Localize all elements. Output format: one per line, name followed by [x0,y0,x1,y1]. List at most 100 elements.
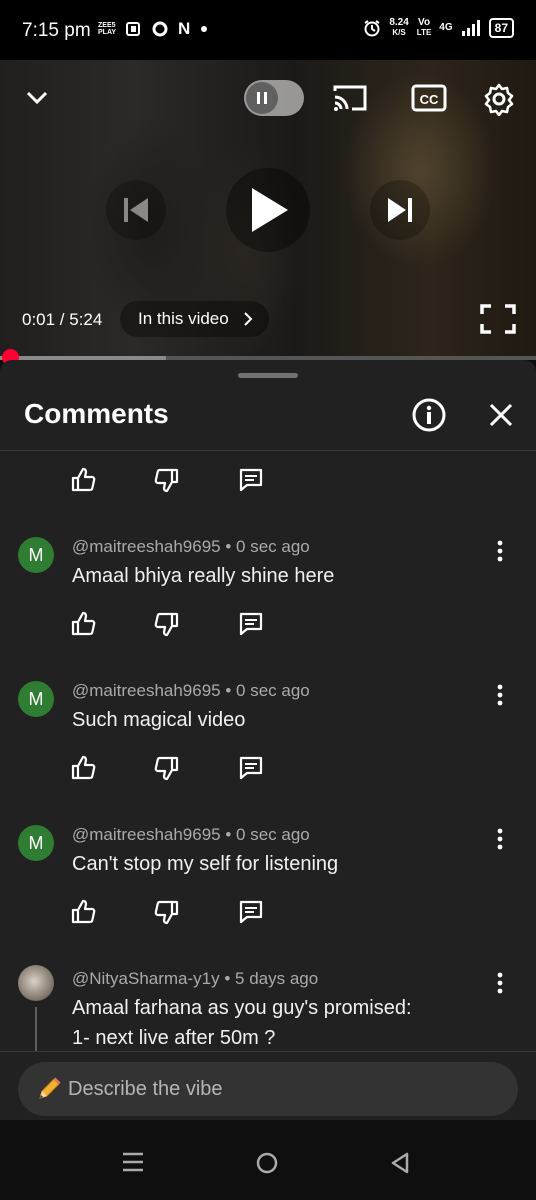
avatar[interactable] [18,965,54,1001]
thumb-down-icon [154,612,179,637]
comment-text-line-2: 1- next live after 50m ? [72,1027,276,1049]
like-button[interactable] [70,465,154,495]
fullscreen-icon [480,304,516,334]
sim-icon [126,22,141,36]
pencil-icon [39,1077,61,1099]
notification-icons: ZEE5 PLAY N [98,19,208,39]
recents-button[interactable] [120,1150,150,1180]
previous-button[interactable] [106,180,166,240]
cast-icon [333,85,367,111]
close-icon [489,403,513,427]
more-options-button[interactable] [490,683,510,707]
comment-time: 0 sec ago [236,537,310,556]
reply-button[interactable] [238,465,322,495]
fullscreen-button[interactable] [478,300,518,338]
more-options-button[interactable] [490,827,510,851]
comment-input-placeholder: Describe the vibe [68,1078,223,1100]
chevron-down-icon [26,91,48,105]
like-button[interactable] [70,609,154,639]
comment-actions [70,753,322,783]
comment-input[interactable]: Describe the vibe [18,1062,518,1116]
divider [0,1051,536,1052]
avatar[interactable]: M [18,681,54,717]
comment-text: Amaal bhiya really shine here [72,565,335,587]
play-button[interactable] [226,168,310,252]
settings-button[interactable] [480,80,518,118]
system-indicators: 8.24 K/S Vo LTE 4G 87 [363,18,514,38]
comment-actions [70,897,322,927]
avatar[interactable]: M [18,825,54,861]
comment-text: Such magical video [72,709,246,731]
battery-indicator: 87 [488,18,514,38]
minimize-button[interactable] [20,80,54,114]
avatar[interactable]: M [18,537,54,573]
more-options-button[interactable] [490,971,510,995]
captions-button[interactable]: CC [410,80,448,116]
comment-meta: @NityaSharma-y1y • 5 days ago [72,969,319,988]
back-triangle-icon [391,1152,409,1174]
like-button[interactable] [70,753,154,783]
home-button[interactable] [254,1150,284,1180]
in-this-video-label: In this video [138,309,229,328]
dislike-button[interactable] [154,753,238,783]
comment-icon [239,612,263,636]
comment-author[interactable]: @maitreeshah9695 [72,825,221,844]
zeeplay-icon: ZEE5 PLAY [98,22,117,36]
dislike-button[interactable] [154,897,238,927]
comment-time: 0 sec ago [236,825,310,844]
gear-icon [484,83,514,116]
close-button[interactable] [484,398,518,432]
comment-author[interactable]: @maitreeshah9695 [72,681,221,700]
netflix-icon: N [178,19,191,38]
autoplay-toggle[interactable] [244,80,304,116]
status-bar: 7:15 pm ZEE5 PLAY N 8.24 K/S Vo LTE 4G 87 [0,0,536,60]
comment-time: 5 days ago [235,969,319,988]
comment-icon [239,900,263,924]
comment-author[interactable]: @NityaSharma-y1y [72,969,220,988]
reply-button[interactable] [238,753,322,783]
dislike-button[interactable] [154,465,238,495]
chevron-right-icon [244,312,253,326]
dislike-button[interactable] [154,609,238,639]
svg-text:CC: CC [420,92,439,107]
o-icon [152,21,168,37]
video-time: 0:01 / 5:24 [22,310,103,329]
like-button[interactable] [70,897,154,927]
panel-title: Comments [24,398,169,429]
thread-line [35,1007,37,1051]
thumb-down-icon [154,756,179,781]
back-button[interactable] [388,1150,418,1180]
thumb-up-icon [71,899,96,924]
drag-handle[interactable] [238,373,298,378]
cast-button[interactable] [330,80,370,116]
thumb-down-icon [154,468,179,493]
signal-icon [461,20,480,36]
thumb-down-icon [154,900,179,925]
comment-icon [239,468,263,492]
comment-text: Can't stop my self for listening [72,853,339,875]
more-vertical-icon [497,684,503,706]
next-button[interactable] [370,180,430,240]
thumb-up-icon [71,611,96,636]
alarm-icon [364,20,380,37]
more-vertical-icon [497,540,503,562]
comment-author[interactable]: @maitreeshah9695 [72,537,221,556]
clock: 7:15 pm [22,20,91,41]
comment-actions [70,465,322,495]
more-vertical-icon [497,828,503,850]
dot-icon [201,26,208,32]
info-button[interactable] [410,396,448,434]
reply-button[interactable] [238,897,322,927]
video-player[interactable]: CC 0:01 / 5:24 In this video [0,60,536,360]
cc-icon: CC [411,84,447,112]
comment-actions [70,609,322,639]
network-type: 4G [439,22,453,33]
comment-text-line-1: Amaal farhana as you guy's promised: [72,997,412,1019]
comments-list[interactable]: M @maitreeshah9695 • 0 sec ago Amaal bhi… [0,451,536,1051]
more-options-button[interactable] [490,539,510,563]
reply-button[interactable] [238,609,322,639]
in-this-video-button[interactable]: In this video [120,301,269,337]
skip-next-icon [388,198,412,222]
comment-meta: @maitreeshah9695 • 0 sec ago [72,825,310,844]
play-icon [252,188,288,232]
